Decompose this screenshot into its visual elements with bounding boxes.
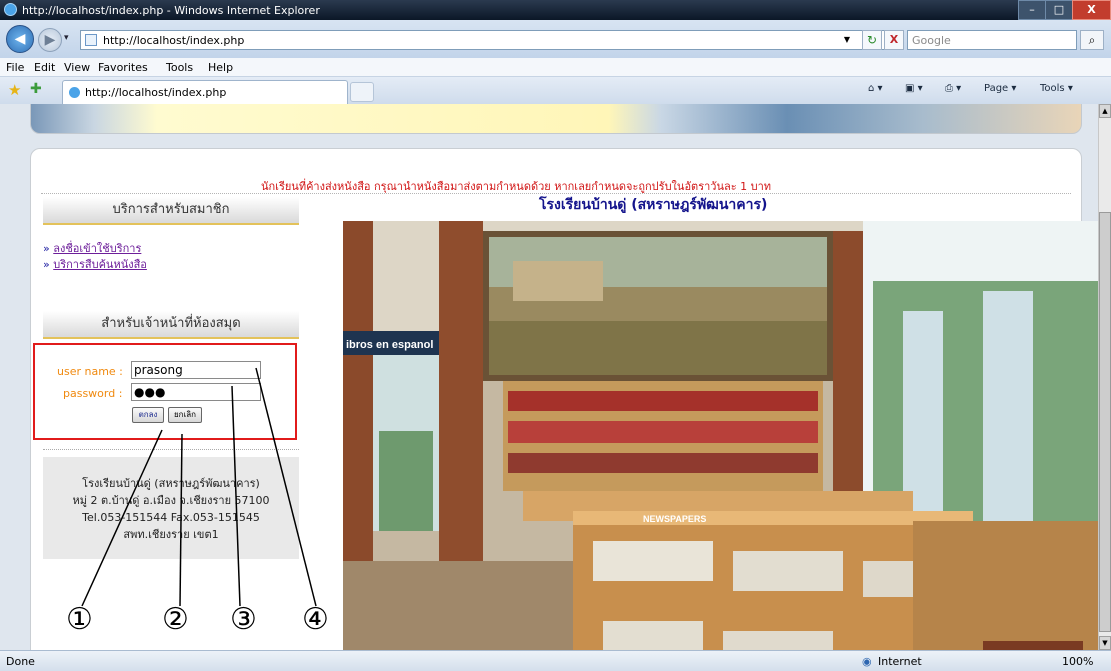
menu-help[interactable]: Help — [208, 61, 233, 74]
scroll-up-icon[interactable]: ▲ — [1099, 104, 1111, 118]
navigation-bar: ◀ ▶ ▾ http://localhost/index.php ▼ ↻ X G… — [0, 20, 1111, 58]
title-bar: http://localhost/index.php - Windows Int… — [0, 0, 1111, 20]
tab-label: http://localhost/index.php — [85, 86, 227, 99]
back-button[interactable]: ◀ — [6, 25, 34, 53]
address-dropdown-icon[interactable]: ▼ — [844, 35, 850, 44]
add-favorites-icon[interactable]: ✚ — [30, 81, 42, 97]
recent-pages-dropdown[interactable]: ▾ — [64, 33, 69, 43]
maximize-button[interactable]: □ — [1045, 0, 1073, 20]
menu-bar: File Edit View Favorites Tools Help — [0, 58, 1111, 77]
page-icon — [85, 34, 97, 46]
scroll-thumb[interactable] — [1099, 212, 1111, 632]
print-button[interactable]: ⎙ ▾ — [945, 83, 961, 94]
favorites-star-icon[interactable]: ★ — [8, 81, 21, 99]
feeds-button[interactable]: ▣ ▾ — [905, 83, 923, 94]
tools-menu-button[interactable]: Tools ▾ — [1040, 83, 1073, 94]
menu-favorites[interactable]: Favorites — [98, 61, 148, 74]
menu-file[interactable]: File — [6, 61, 24, 74]
minimize-button[interactable]: – — [1018, 0, 1046, 20]
ie-page-icon — [69, 87, 80, 98]
ie-logo-icon — [4, 3, 17, 16]
status-text: Done — [6, 655, 35, 668]
stop-button[interactable]: X — [884, 30, 904, 50]
callout-4: ④ — [302, 602, 329, 637]
home-button[interactable]: ⌂ ▾ — [868, 83, 883, 94]
status-bar: Done ◉ Internet 100% — [0, 650, 1111, 671]
callout-1: ① — [66, 602, 93, 637]
menu-view[interactable]: View — [64, 61, 90, 74]
callout-3: ③ — [230, 602, 257, 637]
search-icon[interactable]: ⌕ — [1080, 30, 1104, 50]
callout-lines — [81, 367, 317, 607]
address-bar[interactable]: http://localhost/index.php ▼ — [80, 30, 903, 50]
tab-localhost[interactable]: http://localhost/index.php — [62, 80, 348, 104]
zone-label: Internet — [878, 655, 922, 668]
tab-bar: ★ ✚ http://localhost/index.php ⌂ ▾ ▣ ▾ ⎙… — [0, 77, 1111, 105]
page-menu-button[interactable]: Page ▾ — [984, 83, 1016, 94]
new-tab-button[interactable] — [350, 82, 374, 102]
menu-tools[interactable]: Tools — [166, 61, 193, 74]
refresh-button[interactable]: ↻ — [862, 30, 882, 50]
vertical-scrollbar[interactable]: ▲ ▼ — [1098, 104, 1111, 650]
callout-2: ② — [162, 602, 189, 637]
page-viewport: นักเรียนที่ค้างส่งหนังสือ กรุณานำหนังสือ… — [0, 104, 1098, 650]
menu-edit[interactable]: Edit — [34, 61, 55, 74]
forward-button[interactable]: ▶ — [38, 28, 62, 52]
address-input[interactable]: http://localhost/index.php — [103, 34, 244, 47]
globe-icon: ◉ — [862, 655, 872, 668]
search-input[interactable]: Google — [907, 30, 1077, 50]
window-title: http://localhost/index.php - Windows Int… — [22, 4, 320, 17]
close-button[interactable]: X — [1072, 0, 1111, 20]
zoom-level[interactable]: 100% — [1062, 655, 1093, 668]
scroll-down-icon[interactable]: ▼ — [1099, 636, 1111, 650]
